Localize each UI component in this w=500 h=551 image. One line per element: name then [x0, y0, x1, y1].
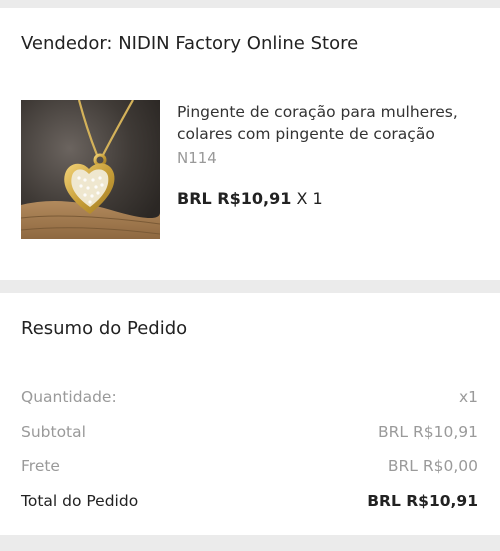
- summary-row-value: BRL R$0,00: [387, 457, 478, 475]
- summary-row-quantity: Quantidade: x1: [21, 388, 478, 406]
- summary-row-label: Subtotal: [21, 423, 86, 441]
- summary-row-value: BRL R$10,91: [378, 423, 478, 441]
- product-image[interactable]: [21, 100, 160, 239]
- summary-row-shipping: Frete BRL R$0,00: [21, 457, 478, 475]
- summary-row-value: x1: [458, 388, 478, 406]
- seller-order-card: Vendedor: NIDIN Factory Online Store Pin…: [0, 8, 500, 280]
- product-sku: N114: [177, 149, 217, 167]
- heart-pendant-photo-icon: [21, 100, 160, 239]
- product-price-line: BRL R$10,91 X 1: [177, 189, 323, 208]
- product-price: BRL R$10,91: [177, 189, 292, 208]
- summary-title: Resumo do Pedido: [21, 318, 188, 339]
- summary-row-label: Total do Pedido: [21, 492, 139, 510]
- summary-row-total: Total do Pedido BRL R$10,91: [21, 492, 478, 510]
- summary-row-label: Frete: [21, 457, 60, 475]
- product-quantity: X 1: [296, 189, 323, 208]
- summary-row-label: Quantidade:: [21, 388, 117, 406]
- summary-row-subtotal: Subtotal BRL R$10,91: [21, 423, 478, 441]
- order-summary-card: Resumo do Pedido Quantidade: x1 Subtotal…: [0, 293, 500, 535]
- summary-row-value: BRL R$10,91: [367, 492, 478, 510]
- seller-name[interactable]: Vendedor: NIDIN Factory Online Store: [21, 33, 358, 54]
- product-title[interactable]: Pingente de coração para mulheres, colar…: [177, 101, 477, 145]
